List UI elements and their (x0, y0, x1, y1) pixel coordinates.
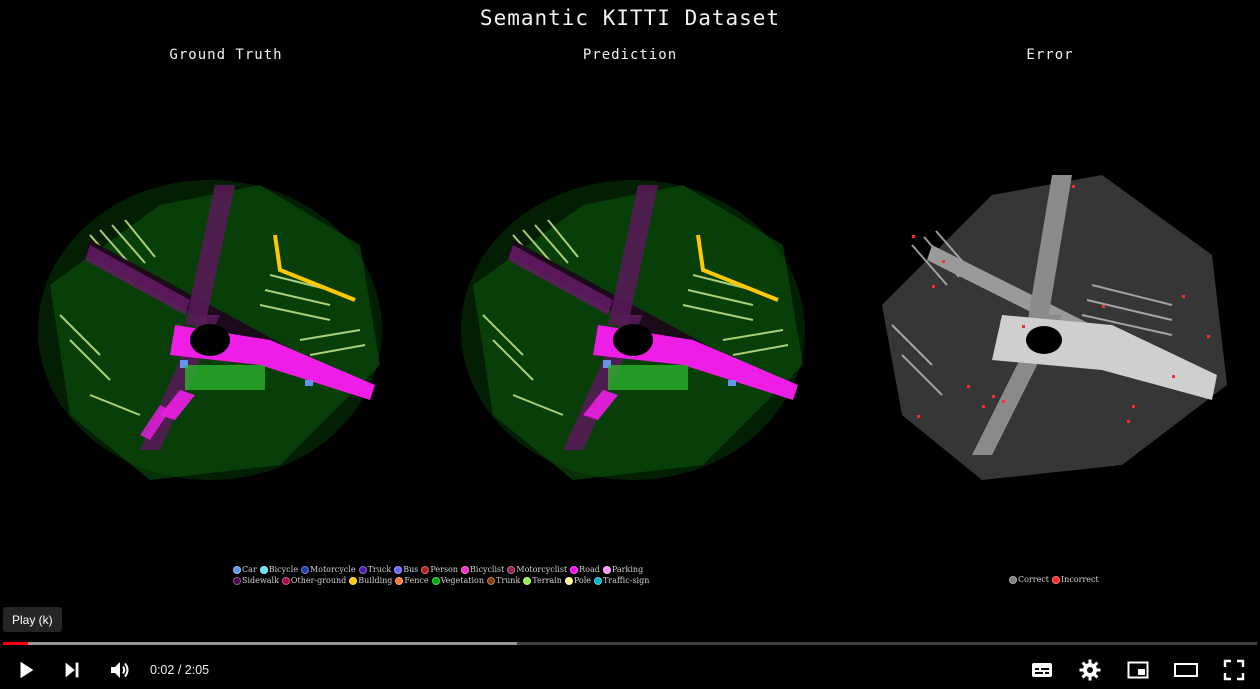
car-swatch-icon (233, 565, 241, 574)
settings-button[interactable] (1070, 650, 1110, 689)
bicycle-swatch-icon (259, 565, 268, 574)
video-frame[interactable]: Semantic KITTI Dataset Ground Truth Pred… (0, 0, 1260, 689)
legend-item-trunk: Trunk (486, 576, 520, 585)
fullscreen-icon (1223, 659, 1245, 680)
truck-swatch-icon (358, 565, 367, 574)
progress-played (3, 642, 29, 645)
play-icon (20, 661, 34, 678)
building-swatch-icon (349, 576, 358, 585)
pole-swatch-icon (564, 576, 573, 585)
correct-swatch-icon (1009, 575, 1017, 584)
miniplayer-icon (1127, 661, 1149, 678)
legend-item-traffic-sign: Traffic-sign (594, 576, 649, 585)
progress-buffered (3, 642, 518, 645)
volume-icon (111, 661, 129, 678)
next-button[interactable] (52, 650, 92, 689)
legend-item-person: Person (421, 565, 458, 574)
legend-item-truck: Truck (358, 565, 391, 574)
subtitles-button[interactable] (1022, 650, 1062, 689)
miniplayer-button[interactable] (1118, 650, 1158, 689)
legend-item-bicyclist: Bicyclist (461, 565, 504, 574)
legend-item-motorcycle: Motorcycle (300, 565, 356, 574)
time-separator: / (174, 662, 185, 677)
trunk-swatch-icon (486, 576, 495, 585)
road-swatch-icon (570, 565, 579, 574)
play-button[interactable] (6, 650, 46, 689)
fullscreen-button[interactable] (1214, 650, 1254, 689)
motorcycle-swatch-icon (300, 565, 309, 574)
progress-bar[interactable] (3, 642, 1257, 645)
bus-swatch-icon (394, 565, 403, 574)
prediction-pointcloud (461, 180, 805, 480)
parking-swatch-icon (602, 565, 611, 574)
legend-item-correct: Correct (1009, 575, 1049, 584)
legend-row-1: Car Bicycle Motorcycle Truck Bus Person … (233, 565, 649, 574)
legend-item-terrain: Terrain (523, 576, 562, 585)
legend-item-incorrect: Incorrect (1052, 575, 1099, 584)
legend-item-parking: Parking (602, 565, 643, 574)
incorrect-swatch-icon (1052, 575, 1061, 584)
gear-icon (1079, 659, 1101, 680)
error-legend-row: Correct Incorrect (1009, 575, 1099, 584)
panel-title-prediction: Prediction (582, 47, 678, 63)
fence-swatch-icon (395, 576, 404, 585)
subtitles-icon (1032, 662, 1052, 677)
time-display: 0:02 / 2:05 (150, 650, 209, 689)
sidewalk-swatch-icon (233, 576, 241, 585)
person-swatch-icon (421, 565, 430, 574)
theater-mode-button[interactable] (1166, 650, 1206, 689)
video-title: Semantic KITTI Dataset (479, 6, 781, 30)
legend-item-fence: Fence (395, 576, 429, 585)
error-pointcloud (882, 175, 1227, 480)
traffic-sign-swatch-icon (594, 576, 603, 585)
play-tooltip: Play (k) (3, 607, 62, 632)
legend-row-2: Sidewalk Other-ground Building Fence Veg… (233, 576, 649, 585)
next-icon (65, 662, 79, 677)
legend-item-motorcyclist: Motorcyclist (507, 565, 567, 574)
legend-item-bicycle: Bicycle (259, 565, 298, 574)
panel-title-ground-truth: Ground Truth (169, 47, 283, 63)
semantic-legend: Car Bicycle Motorcycle Truck Bus Person … (233, 565, 649, 585)
motorcyclist-swatch-icon (507, 565, 516, 574)
player-controls: 0:02 / 2:05 (0, 650, 1260, 689)
time-current: 0:02 (150, 662, 175, 677)
theater-icon (1174, 662, 1198, 677)
ground-truth-pointcloud (38, 180, 382, 480)
legend-item-sidewalk: Sidewalk (233, 576, 279, 585)
time-total: 2:05 (184, 662, 210, 677)
legend-item-pole: Pole (564, 576, 591, 585)
volume-button[interactable] (100, 650, 140, 689)
legend-item-bus: Bus (394, 565, 418, 574)
other-ground-swatch-icon (281, 576, 290, 585)
legend-item-vegetation: Vegetation (431, 576, 484, 585)
bicyclist-swatch-icon (461, 565, 470, 574)
terrain-swatch-icon (523, 576, 532, 585)
vegetation-swatch-icon (431, 576, 440, 585)
legend-item-road: Road (570, 565, 600, 574)
panel-title-error: Error (1026, 47, 1074, 63)
legend-item-building: Building (349, 576, 392, 585)
legend-item-other-ground: Other-ground (281, 576, 346, 585)
error-legend: Correct Incorrect (1009, 575, 1099, 584)
legend-item-car: Car (233, 565, 257, 574)
